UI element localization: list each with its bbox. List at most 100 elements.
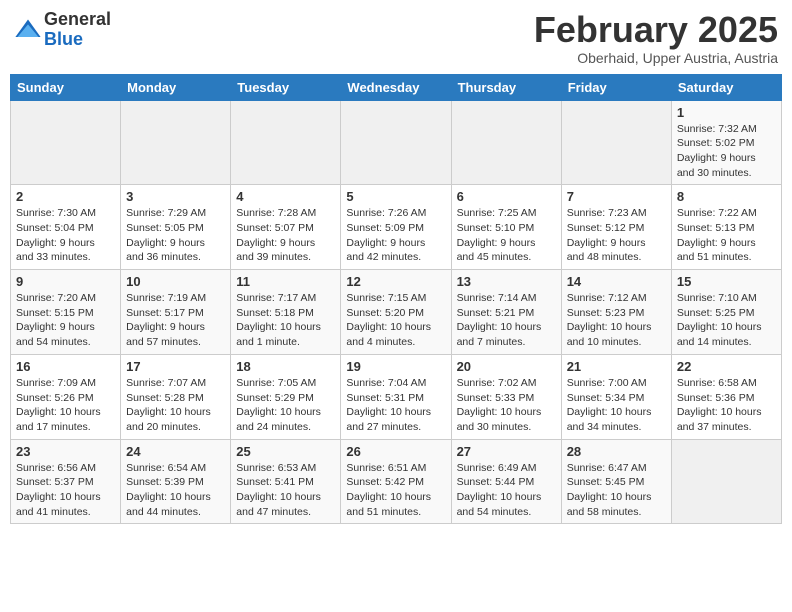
calendar-cell: 25 Sunrise: 6:53 AM Sunset: 5:41 PM Dayli… (231, 439, 341, 524)
day-number: 8 (677, 189, 776, 204)
day-info: Sunrise: 6:51 AM Sunset: 5:42 PM Dayligh… (346, 461, 445, 520)
day-info: Sunrise: 7:15 AM Sunset: 5:20 PM Dayligh… (346, 291, 445, 350)
calendar-cell: 7 Sunrise: 7:23 AM Sunset: 5:12 PM Daylig… (561, 185, 671, 270)
calendar-cell: 23Sunrise: 6:56 AM Sunset: 5:37 PM Dayli… (11, 439, 121, 524)
col-header-friday: Friday (561, 74, 671, 100)
calendar-table: SundayMondayTuesdayWednesdayThursdayFrid… (10, 74, 782, 525)
day-info: Sunrise: 7:26 AM Sunset: 5:09 PM Dayligh… (346, 206, 445, 265)
month-title: February 2025 (534, 10, 778, 50)
calendar-cell: 1 Sunrise: 7:32 AM Sunset: 5:02 PM Daylig… (671, 100, 781, 185)
day-number: 5 (346, 189, 445, 204)
logo-general: General (44, 10, 111, 30)
calendar-week-0: 1 Sunrise: 7:32 AM Sunset: 5:02 PM Daylig… (11, 100, 782, 185)
day-info: Sunrise: 7:05 AM Sunset: 5:29 PM Dayligh… (236, 376, 335, 435)
calendar-cell: 21Sunrise: 7:00 AM Sunset: 5:34 PM Dayli… (561, 354, 671, 439)
calendar-cell: 6Sunrise: 7:25 AM Sunset: 5:10 PM Daylig… (451, 185, 561, 270)
calendar-week-1: 2 Sunrise: 7:30 AM Sunset: 5:04 PM Daylig… (11, 185, 782, 270)
calendar-cell: 20 Sunrise: 7:02 AM Sunset: 5:33 PM Dayli… (451, 354, 561, 439)
calendar-cell (121, 100, 231, 185)
day-info: Sunrise: 7:17 AM Sunset: 5:18 PM Dayligh… (236, 291, 335, 350)
calendar-cell: 14 Sunrise: 7:12 AM Sunset: 5:23 PM Dayli… (561, 270, 671, 355)
calendar-cell: 19 Sunrise: 7:04 AM Sunset: 5:31 PM Dayli… (341, 354, 451, 439)
day-info: Sunrise: 7:20 AM Sunset: 5:15 PM Dayligh… (16, 291, 115, 350)
day-info: Sunrise: 7:12 AM Sunset: 5:23 PM Dayligh… (567, 291, 666, 350)
logo-icon (14, 16, 42, 44)
calendar-cell: 15Sunrise: 7:10 AM Sunset: 5:25 PM Dayli… (671, 270, 781, 355)
day-info: Sunrise: 7:14 AM Sunset: 5:21 PM Dayligh… (457, 291, 556, 350)
day-number: 11 (236, 274, 335, 289)
day-number: 25 (236, 444, 335, 459)
day-number: 26 (346, 444, 445, 459)
day-number: 22 (677, 359, 776, 374)
col-header-saturday: Saturday (671, 74, 781, 100)
day-number: 28 (567, 444, 666, 459)
calendar-cell: 17Sunrise: 7:07 AM Sunset: 5:28 PM Dayli… (121, 354, 231, 439)
day-number: 2 (16, 189, 115, 204)
day-number: 27 (457, 444, 556, 459)
calendar-week-2: 9Sunrise: 7:20 AM Sunset: 5:15 PM Daylig… (11, 270, 782, 355)
day-info: Sunrise: 7:19 AM Sunset: 5:17 PM Dayligh… (126, 291, 225, 350)
calendar-cell: 8 Sunrise: 7:22 AM Sunset: 5:13 PM Daylig… (671, 185, 781, 270)
day-number: 14 (567, 274, 666, 289)
calendar-cell: 26 Sunrise: 6:51 AM Sunset: 5:42 PM Dayli… (341, 439, 451, 524)
calendar-cell: 22 Sunrise: 6:58 AM Sunset: 5:36 PM Dayli… (671, 354, 781, 439)
day-info: Sunrise: 7:30 AM Sunset: 5:04 PM Dayligh… (16, 206, 115, 265)
day-info: Sunrise: 7:23 AM Sunset: 5:12 PM Dayligh… (567, 206, 666, 265)
day-info: Sunrise: 7:04 AM Sunset: 5:31 PM Dayligh… (346, 376, 445, 435)
day-info: Sunrise: 7:02 AM Sunset: 5:33 PM Dayligh… (457, 376, 556, 435)
day-number: 21 (567, 359, 666, 374)
calendar-cell: 9Sunrise: 7:20 AM Sunset: 5:15 PM Daylig… (11, 270, 121, 355)
day-number: 7 (567, 189, 666, 204)
day-number: 17 (126, 359, 225, 374)
calendar-week-4: 23Sunrise: 6:56 AM Sunset: 5:37 PM Dayli… (11, 439, 782, 524)
logo: General Blue (14, 10, 111, 50)
col-header-sunday: Sunday (11, 74, 121, 100)
day-info: Sunrise: 7:32 AM Sunset: 5:02 PM Dayligh… (677, 122, 776, 181)
day-number: 20 (457, 359, 556, 374)
calendar-cell (341, 100, 451, 185)
day-number: 4 (236, 189, 335, 204)
col-header-monday: Monday (121, 74, 231, 100)
day-number: 16 (16, 359, 115, 374)
calendar-cell: 28 Sunrise: 6:47 AM Sunset: 5:45 PM Dayli… (561, 439, 671, 524)
calendar-cell: 4 Sunrise: 7:28 AM Sunset: 5:07 PM Daylig… (231, 185, 341, 270)
day-number: 19 (346, 359, 445, 374)
day-info: Sunrise: 6:47 AM Sunset: 5:45 PM Dayligh… (567, 461, 666, 520)
day-info: Sunrise: 7:22 AM Sunset: 5:13 PM Dayligh… (677, 206, 776, 265)
calendar-cell: 5 Sunrise: 7:26 AM Sunset: 5:09 PM Daylig… (341, 185, 451, 270)
day-number: 1 (677, 105, 776, 120)
day-info: Sunrise: 7:10 AM Sunset: 5:25 PM Dayligh… (677, 291, 776, 350)
day-info: Sunrise: 6:58 AM Sunset: 5:36 PM Dayligh… (677, 376, 776, 435)
calendar-cell (231, 100, 341, 185)
calendar-week-3: 16 Sunrise: 7:09 AM Sunset: 5:26 PM Dayli… (11, 354, 782, 439)
col-header-wednesday: Wednesday (341, 74, 451, 100)
calendar-cell: 2 Sunrise: 7:30 AM Sunset: 5:04 PM Daylig… (11, 185, 121, 270)
day-info: Sunrise: 6:49 AM Sunset: 5:44 PM Dayligh… (457, 461, 556, 520)
day-info: Sunrise: 6:53 AM Sunset: 5:41 PM Dayligh… (236, 461, 335, 520)
day-number: 10 (126, 274, 225, 289)
title-area: February 2025 Oberhaid, Upper Austria, A… (534, 10, 778, 66)
calendar-cell: 27 Sunrise: 6:49 AM Sunset: 5:44 PM Dayli… (451, 439, 561, 524)
calendar-cell: 10 Sunrise: 7:19 AM Sunset: 5:17 PM Dayli… (121, 270, 231, 355)
page-header: General Blue February 2025 Oberhaid, Upp… (10, 10, 782, 66)
location-subtitle: Oberhaid, Upper Austria, Austria (534, 50, 778, 66)
calendar-cell: 12 Sunrise: 7:15 AM Sunset: 5:20 PM Dayli… (341, 270, 451, 355)
day-info: Sunrise: 6:56 AM Sunset: 5:37 PM Dayligh… (16, 461, 115, 520)
calendar-cell: 11 Sunrise: 7:17 AM Sunset: 5:18 PM Dayli… (231, 270, 341, 355)
day-info: Sunrise: 6:54 AM Sunset: 5:39 PM Dayligh… (126, 461, 225, 520)
day-number: 18 (236, 359, 335, 374)
calendar-cell: 3Sunrise: 7:29 AM Sunset: 5:05 PM Daylig… (121, 185, 231, 270)
day-info: Sunrise: 7:28 AM Sunset: 5:07 PM Dayligh… (236, 206, 335, 265)
calendar-cell: 24 Sunrise: 6:54 AM Sunset: 5:39 PM Dayli… (121, 439, 231, 524)
day-info: Sunrise: 7:29 AM Sunset: 5:05 PM Dayligh… (126, 206, 225, 265)
day-number: 12 (346, 274, 445, 289)
calendar-cell: 16 Sunrise: 7:09 AM Sunset: 5:26 PM Dayli… (11, 354, 121, 439)
calendar-cell (451, 100, 561, 185)
calendar-cell: 18 Sunrise: 7:05 AM Sunset: 5:29 PM Dayli… (231, 354, 341, 439)
col-header-tuesday: Tuesday (231, 74, 341, 100)
calendar-cell (561, 100, 671, 185)
day-info: Sunrise: 7:09 AM Sunset: 5:26 PM Dayligh… (16, 376, 115, 435)
day-number: 24 (126, 444, 225, 459)
logo-blue: Blue (44, 30, 111, 50)
calendar-header-row: SundayMondayTuesdayWednesdayThursdayFrid… (11, 74, 782, 100)
